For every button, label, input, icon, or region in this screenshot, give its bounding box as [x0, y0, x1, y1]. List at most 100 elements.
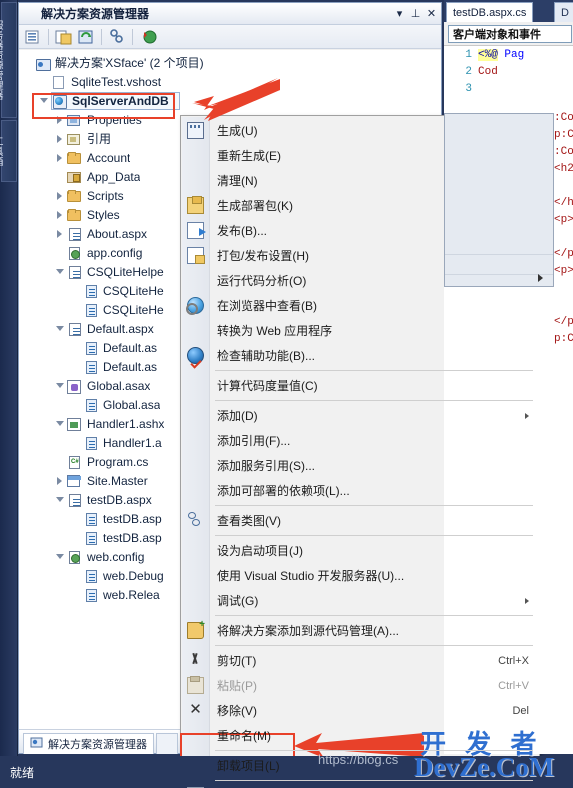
project-context-menu[interactable]: 生成(U) 重新生成(E) 清理(N) 生成部署包(K) 发布(B)... 打包/发布设置… [180, 115, 540, 788]
code-line[interactable]: 1 <%@ Pag [444, 46, 573, 63]
menu-item[interactable]: 设为启动项目(J) [181, 538, 539, 563]
tree-twisty-collapsed-icon[interactable] [54, 224, 67, 243]
tree-node-content[interactable]: App_Data [67, 169, 140, 185]
menu-item[interactable]: 添加可部署的依赖项(L)... [181, 478, 539, 503]
tree-node-content[interactable]: web.config [67, 549, 144, 565]
asp-net-configuration-icon[interactable] [138, 27, 158, 47]
rail-tab-toolbox[interactable]: 工具箱 [0, 120, 17, 182]
tree-node-label: testDB.asp [103, 530, 162, 545]
menu-item[interactable]: 添加引用(F)... [181, 428, 539, 453]
menu-item[interactable]: 查看类图(V) [181, 508, 539, 533]
code-line[interactable]: 3 [444, 80, 573, 97]
tree-node-content[interactable]: Account [67, 150, 130, 166]
tree-node-content[interactable]: Site.Master [67, 473, 148, 489]
menu-item[interactable]: 添加(D) [181, 403, 539, 428]
tree-twisty-expanded-icon[interactable] [54, 547, 67, 566]
tree-node-content[interactable]: Default.as [83, 340, 157, 356]
menu-item[interactable]: 使用 Visual Studio 开发服务器(U)... [181, 563, 539, 588]
package-settings-icon [187, 247, 205, 264]
tree-node-content[interactable]: CSQLiteHe [83, 283, 164, 299]
tree-node-content[interactable]: SqliteTest.vshost [51, 74, 161, 90]
tree-twisty-expanded-icon[interactable] [54, 490, 67, 509]
tree-node-content[interactable]: web.Debug [83, 568, 164, 584]
tree-node-content[interactable]: Global.asa [83, 397, 160, 413]
codebehind-icon-shape [86, 512, 97, 526]
tree-twisty-expanded-icon[interactable] [54, 319, 67, 338]
menu-item[interactable]: 重新生成(E) [181, 143, 539, 168]
menu-item[interactable]: 卸载项目(L) [181, 753, 539, 778]
tree-node-content[interactable]: Handler1.ashx [67, 416, 164, 432]
aspx-icon [67, 321, 83, 337]
menu-item[interactable]: 调试(G) [181, 588, 539, 613]
tree-twisty-expanded-icon[interactable] [54, 376, 67, 395]
tree-node-content[interactable]: Default.aspx [67, 321, 154, 337]
tree-node-content[interactable]: SqlServerAndDB [51, 91, 180, 110]
refresh-icon[interactable] [76, 27, 96, 47]
menu-item[interactable]: 添加服务引用(S)... [181, 453, 539, 478]
menu-item[interactable]: 剪切(T) Ctrl+X [181, 648, 539, 673]
tree-node[interactable]: SqlServerAndDB [19, 91, 441, 110]
menu-item[interactable]: 运行代码分析(O) [181, 268, 539, 293]
tree-node-label: Global.asax [87, 378, 151, 393]
tree-twisty-expanded-icon[interactable] [38, 91, 51, 110]
tree-node-content[interactable]: testDB.aspx [67, 492, 152, 508]
view-class-diagram-icon[interactable] [107, 27, 127, 47]
tree-node-content[interactable]: 引用 [67, 130, 111, 147]
solution-icon [35, 55, 51, 71]
tree-node-content[interactable]: testDB.asp [83, 511, 162, 527]
tree-node-content[interactable]: web.Relea [83, 587, 160, 603]
menu-item[interactable]: 打包/发布设置(H) [181, 243, 539, 268]
menu-item[interactable]: 在浏览器中查看(B) [181, 293, 539, 318]
tree-node-content[interactable]: About.aspx [67, 226, 147, 242]
tree-node[interactable]: SqliteTest.vshost [19, 72, 441, 91]
tree-node-content[interactable]: Program.cs [67, 454, 148, 470]
editor-tab-secondary[interactable]: D [554, 2, 573, 22]
menu-item[interactable]: ✕ 移除(V) Del [181, 698, 539, 723]
menu-item[interactable]: 转换为 Web 应用程序 [181, 318, 539, 343]
menu-item-label: 检查辅助功能(B)... [217, 349, 315, 363]
rail-tab-server-explorer[interactable]: 服务器资源管理器 [0, 2, 17, 118]
panel-close-button[interactable]: ✕ [424, 6, 439, 22]
menu-item[interactable]: 重命名(M) [181, 723, 539, 748]
code-line[interactable]: 2 Cod [444, 63, 573, 80]
tree-twisty-expanded-icon[interactable] [54, 262, 67, 281]
menu-item[interactable]: 发布(B)... [181, 218, 539, 243]
footer-tab-solution-explorer[interactable]: 解决方案资源管理器 [23, 732, 154, 754]
menu-item[interactable]: 在 Windows 资源管理器中打开文件夹(X) [181, 783, 539, 788]
tree-twisty-collapsed-icon[interactable] [54, 129, 67, 148]
menu-item-label: 在浏览器中查看(B) [217, 299, 317, 313]
tree-node[interactable]: 解决方案'XSface' (2 个项目) [19, 53, 441, 72]
footer-tab-other[interactable] [156, 732, 178, 754]
tree-node-content[interactable]: Styles [67, 207, 120, 223]
show-all-files-icon[interactable] [54, 27, 74, 47]
menu-item[interactable]: 生成(U) [181, 118, 539, 143]
tree-node-content[interactable]: Properties [67, 112, 142, 128]
tree-twisty-collapsed-icon[interactable] [54, 186, 67, 205]
menu-item[interactable]: 生成部署包(K) [181, 193, 539, 218]
menu-item[interactable]: 检查辅助功能(B)... [181, 343, 539, 368]
tree-twisty-collapsed-icon[interactable] [54, 471, 67, 490]
tree-twisty-collapsed-icon[interactable] [54, 148, 67, 167]
tree-node-content[interactable]: CSQLiteHelpe [67, 264, 164, 280]
tree-node-content[interactable]: 解决方案'XSface' (2 个项目) [35, 54, 204, 71]
editor-tab-testdb-aspx-cs[interactable]: testDB.aspx.cs [446, 2, 534, 22]
menu-item[interactable]: 将解决方案添加到源代码管理(A)... [181, 618, 539, 643]
tree-node-content[interactable]: Default.as [83, 359, 157, 375]
tree-twisty-expanded-icon[interactable] [54, 414, 67, 433]
panel-pin-button[interactable]: ⊥ [408, 6, 423, 22]
tree-node-content[interactable]: app.config [67, 245, 142, 261]
client-objects-events-dropdown[interactable]: 客户端对象和事件 [448, 25, 572, 43]
tree-twisty-collapsed-icon[interactable] [54, 110, 67, 129]
tree-node-content[interactable]: Scripts [67, 188, 124, 204]
panel-dropdown-button[interactable]: ▾ [392, 6, 407, 22]
menu-item[interactable]: 清理(N) [181, 168, 539, 193]
tree-node-content[interactable]: testDB.asp [83, 530, 162, 546]
tree-node-content[interactable]: Global.asax [67, 378, 150, 394]
menu-item[interactable]: 计算代码度量值(C) [181, 373, 539, 398]
tree-node-content[interactable]: CSQLiteHe [83, 302, 164, 318]
properties-window-icon[interactable] [23, 27, 43, 47]
tree-node-content[interactable]: Handler1.a [83, 435, 162, 451]
tree-twisty-collapsed-icon[interactable] [54, 205, 67, 224]
codebehind-icon [83, 587, 99, 603]
